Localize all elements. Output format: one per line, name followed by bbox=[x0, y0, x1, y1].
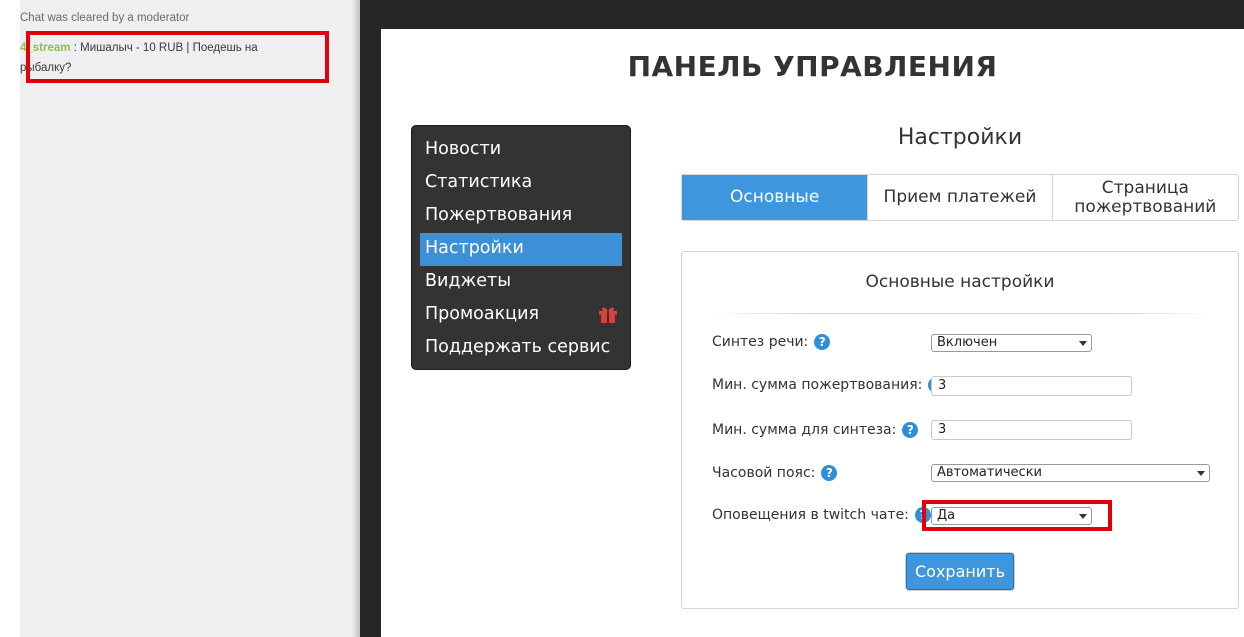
sidebar-item-widgets[interactable]: Виджеты bbox=[420, 266, 622, 299]
sidebar-item-promo[interactable]: Промоакция bbox=[420, 299, 622, 332]
min-synthesis-label: Мин. сумма для синтеза: ? bbox=[712, 422, 919, 438]
speech-synthesis-label: Синтез речи: ? bbox=[712, 334, 831, 350]
sidebar-item-statistics[interactable]: Статистика bbox=[420, 167, 622, 200]
sidebar-item-donations[interactable]: Пожертвования bbox=[420, 200, 622, 233]
highlight-box-field bbox=[922, 500, 1112, 531]
sidebar-menu: Новости Статистика Пожертвования Настрой… bbox=[411, 125, 631, 370]
chevron-down-icon bbox=[1197, 471, 1205, 476]
timezone-label: Часовой пояс: ? bbox=[712, 465, 838, 481]
sidebar-item-news[interactable]: Новости bbox=[420, 134, 622, 167]
tab-payments[interactable]: Прием платежей bbox=[867, 175, 1053, 220]
chat-panel bbox=[20, 0, 360, 637]
min-synthesis-input[interactable]: 3 bbox=[931, 420, 1132, 440]
min-donation-label: Мин. сумма пожертвования: ? bbox=[712, 377, 945, 393]
speech-synthesis-select[interactable]: Включен bbox=[931, 334, 1092, 352]
help-icon[interactable]: ? bbox=[902, 422, 919, 438]
highlight-box-chat bbox=[26, 31, 329, 83]
page-title: ПАНЕЛЬ УПРАВЛЕНИЯ bbox=[627, 50, 998, 83]
help-icon[interactable]: ? bbox=[821, 465, 838, 481]
help-icon[interactable]: ? bbox=[814, 334, 831, 350]
twitch-alerts-label: Оповещения в twitch чате: ? bbox=[712, 507, 931, 523]
sidebar-item-support[interactable]: Поддержать сервис bbox=[420, 332, 622, 365]
min-donation-input[interactable]: 3 bbox=[931, 376, 1132, 396]
section-title: Основные настройки bbox=[865, 272, 1055, 292]
tab-donation-page[interactable]: Страница пожертвований bbox=[1053, 175, 1238, 220]
settings-heading: Настройки bbox=[897, 125, 1023, 150]
settings-tabs: Основные Прием платежей Страница пожертв… bbox=[681, 174, 1239, 221]
chevron-down-icon bbox=[1079, 341, 1087, 346]
timezone-select[interactable]: Автоматически bbox=[931, 464, 1210, 482]
chat-system-message: Chat was cleared by a moderator bbox=[20, 12, 190, 24]
section-divider bbox=[711, 313, 1211, 314]
sidebar-item-settings[interactable]: Настройки bbox=[420, 233, 622, 266]
gift-icon bbox=[599, 307, 617, 323]
save-button[interactable]: Сохранить bbox=[906, 553, 1014, 590]
tab-basic[interactable]: Основные bbox=[682, 175, 868, 220]
